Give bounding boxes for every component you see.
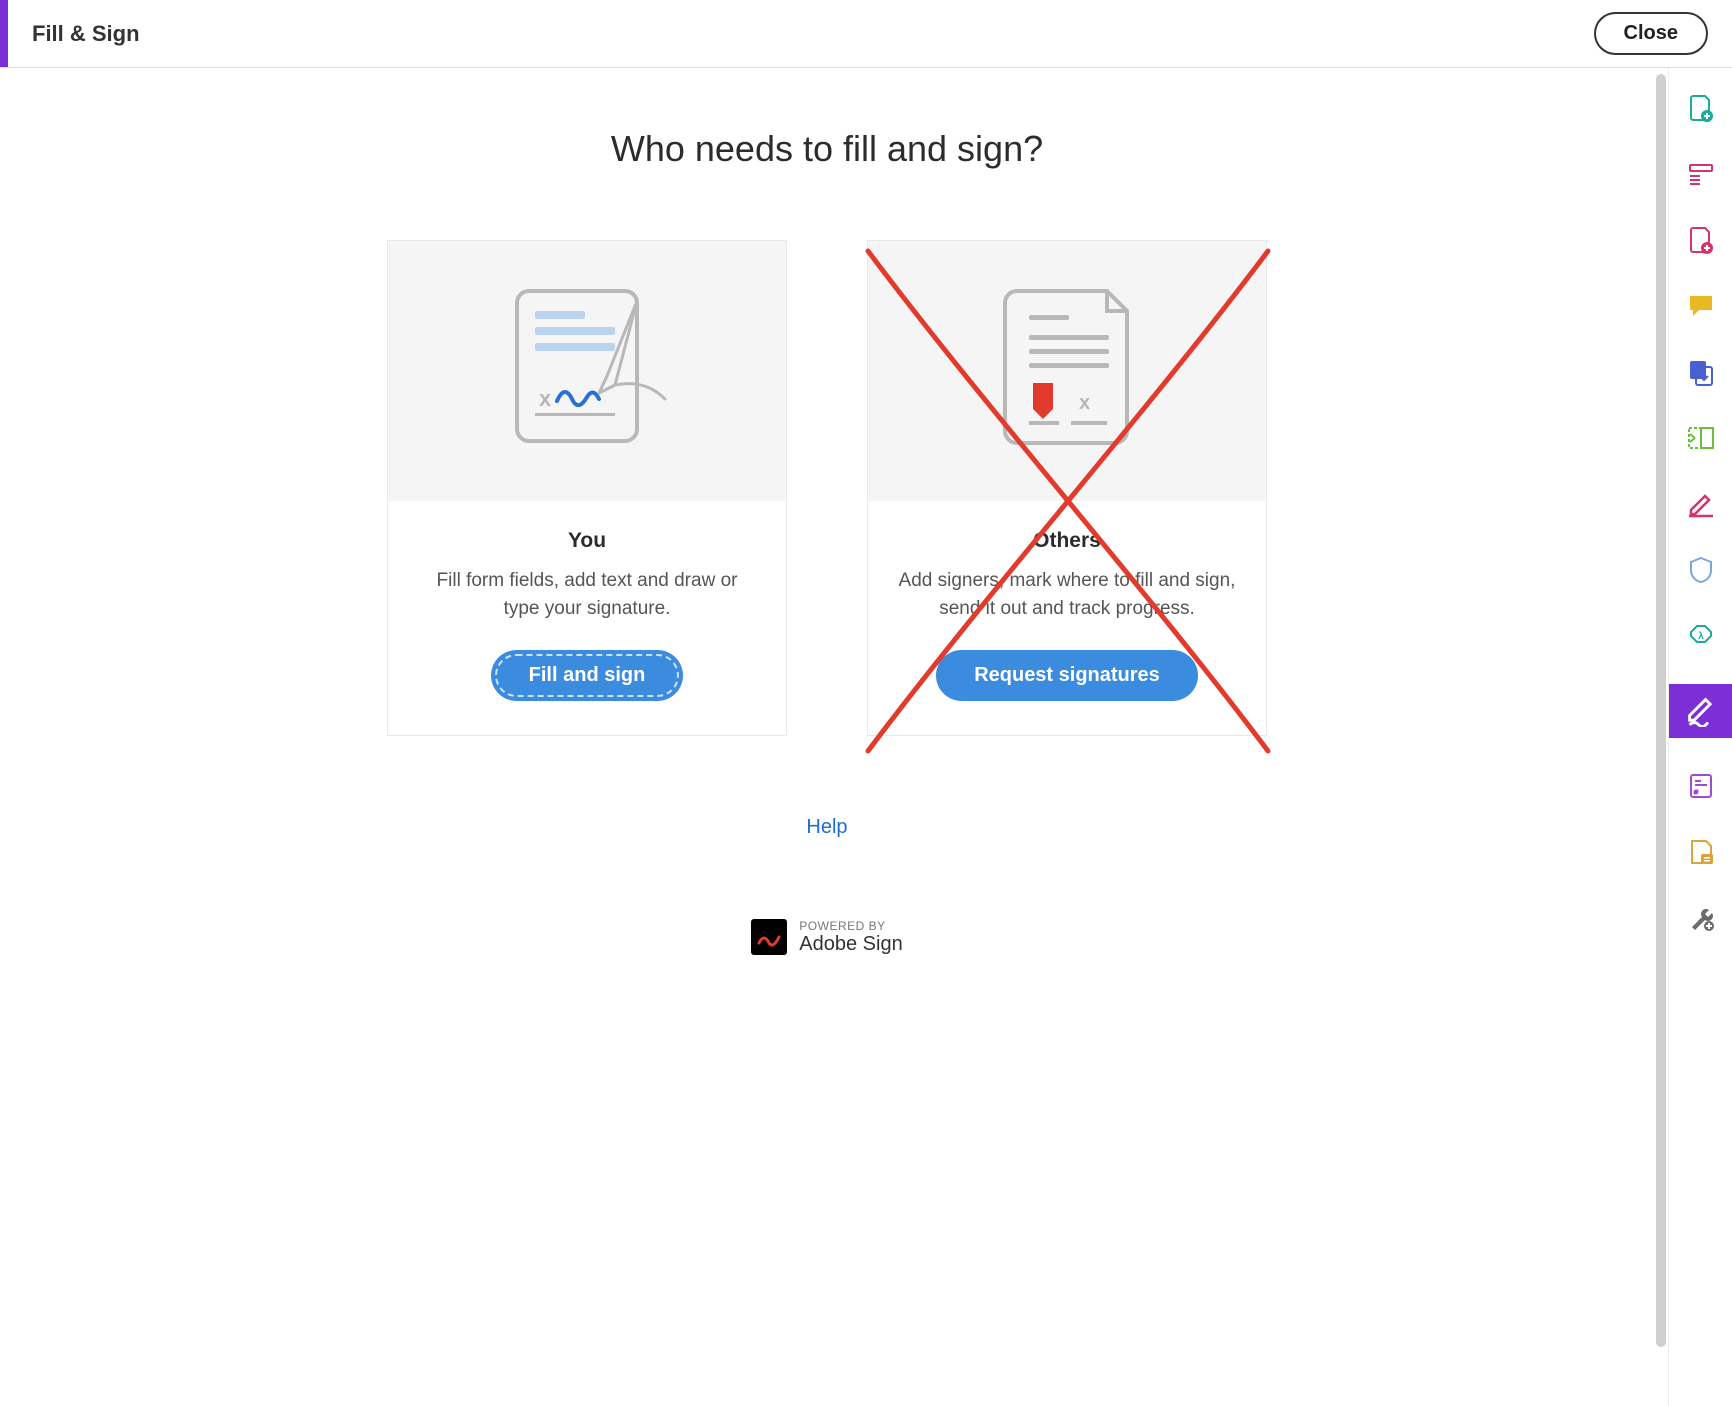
redact-icon[interactable] [1683, 420, 1719, 456]
help-link[interactable]: Help [806, 816, 847, 839]
svg-text:λ: λ [1698, 631, 1704, 642]
card-you[interactable]: x You Fill form fields, add text and dra… [387, 240, 787, 736]
stamp-icon[interactable] [1683, 768, 1719, 804]
create-pdf-icon[interactable] [1683, 222, 1719, 258]
tools-sidebar: λ [1668, 68, 1732, 1406]
compare-icon[interactable] [1683, 834, 1719, 870]
card-others-title: Others [1033, 529, 1101, 553]
card-you-body: You Fill form fields, add text and draw … [388, 501, 786, 735]
powered-by-label: POWERED BY [799, 920, 902, 933]
card-you-title: You [568, 529, 606, 553]
compress-icon[interactable]: λ [1683, 618, 1719, 654]
accent-strip [0, 0, 8, 67]
protect-icon[interactable] [1683, 552, 1719, 588]
close-button[interactable]: Close [1594, 12, 1708, 55]
edit-pdf-icon[interactable] [1683, 486, 1719, 522]
main-content: Who needs to fill and sign? x [0, 68, 1654, 1406]
card-others-body: Others Add signers, mark where to fill a… [868, 501, 1266, 735]
scrollbar[interactable] [1654, 68, 1668, 1406]
card-you-desc: Fill form fields, add text and draw or t… [416, 567, 758, 622]
export-pdf-icon[interactable] [1683, 90, 1719, 126]
request-document-icon: x [967, 281, 1167, 461]
illustration-others: x [868, 241, 1266, 501]
card-others-desc: Add signers, mark where to fill and sign… [896, 567, 1238, 622]
top-bar: Fill & Sign Close [0, 0, 1732, 68]
organize-pages-icon[interactable] [1683, 156, 1719, 192]
scrollbar-thumb[interactable] [1656, 74, 1666, 1347]
signing-document-icon: x [487, 281, 687, 461]
powered-by-text: POWERED BY Adobe Sign [799, 920, 902, 955]
combine-files-icon[interactable] [1683, 354, 1719, 390]
page-title: Fill & Sign [32, 21, 140, 47]
svg-text:x: x [1079, 392, 1090, 414]
illustration-you: x [388, 241, 786, 501]
svg-text:x: x [539, 386, 552, 411]
fill-and-sign-button[interactable]: Fill and sign [491, 650, 684, 701]
more-tools-icon[interactable] [1683, 900, 1719, 936]
request-signatures-button[interactable]: Request signatures [936, 650, 1198, 701]
fill-sign-icon[interactable] [1669, 684, 1732, 738]
heading: Who needs to fill and sign? [611, 128, 1043, 170]
comment-icon[interactable] [1683, 288, 1719, 324]
top-bar-left: Fill & Sign [0, 0, 140, 67]
card-others[interactable]: x Others Add signers, mark where to fill… [867, 240, 1267, 736]
powered-by: POWERED BY Adobe Sign [751, 919, 902, 955]
adobe-sign-logo-icon [751, 919, 787, 955]
powered-by-brand: Adobe Sign [799, 933, 902, 955]
option-cards: x You Fill form fields, add text and dra… [387, 240, 1267, 736]
